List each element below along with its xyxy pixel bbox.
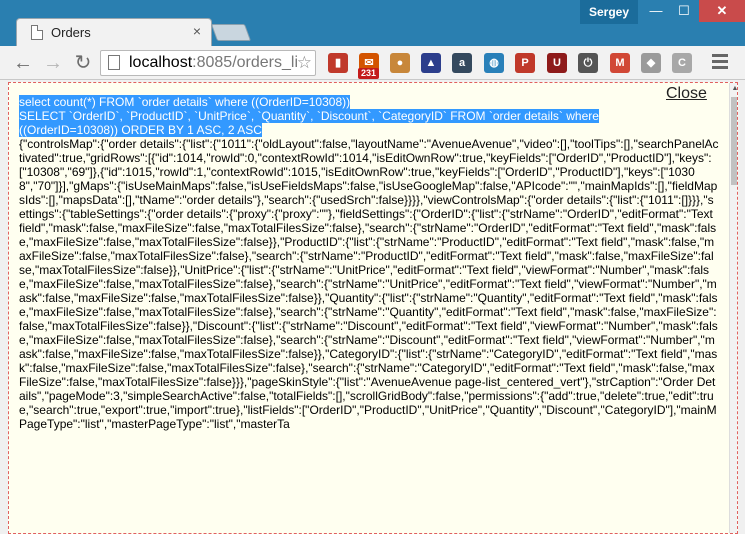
reload-icon[interactable]: ↻	[70, 50, 96, 76]
debug-dialog: Close select count(*) FROM `order detail…	[8, 82, 738, 534]
close-link[interactable]: Close	[666, 85, 707, 103]
page-content: Close select count(*) FROM `order detail…	[0, 80, 745, 534]
minimize-icon[interactable]: —	[642, 0, 670, 22]
close-window-icon[interactable]: ✕	[699, 0, 745, 22]
json-output: {"controlsMap":{"order details":{"list":…	[19, 137, 719, 431]
shield-ext-icon[interactable]: ◆	[641, 53, 661, 73]
cookie-ext-icon[interactable]: ●	[390, 53, 410, 73]
url-host: localhost	[129, 54, 193, 71]
title-bar: Orders × Sergey — ☐ ✕	[0, 0, 745, 46]
sql-output: select count(*) FROM `order details` whe…	[19, 95, 659, 137]
profile-user-button[interactable]: Sergey	[580, 0, 638, 24]
url-path: :8085/orders_li	[192, 54, 298, 71]
globe-ext-icon[interactable]: ◍	[484, 53, 504, 73]
pinterest-ext-icon[interactable]: P	[515, 53, 535, 73]
forward-arrow-icon[interactable]: →	[40, 50, 66, 76]
sql-line-count: select count(*) FROM `order details` whe…	[19, 95, 351, 109]
browser-toolbar: ← → ↻ localhost:8085/orders_li ☆ ▮ ✉ ● ▲ a ◍ P…	[0, 46, 745, 80]
css-ext-icon[interactable]: C	[672, 53, 692, 73]
tab-title: Orders	[51, 25, 91, 40]
amazon-ext-icon[interactable]: a	[452, 53, 472, 73]
url-text[interactable]: localhost:8085/orders_li	[129, 54, 299, 72]
bookmark-star-icon[interactable]: ☆	[297, 53, 312, 73]
plug-ext-icon[interactable]: ⏻	[578, 53, 598, 73]
extension-badge: 231	[358, 68, 380, 79]
scrollbar[interactable]: ▲	[729, 83, 737, 533]
bookmark-ext-icon[interactable]: ▮	[328, 53, 348, 73]
sql-line-select: SELECT `OrderID`, `ProductID`, `UnitPric…	[19, 109, 599, 137]
tab-close-icon[interactable]: ×	[193, 23, 201, 39]
ublock-ext-icon[interactable]: U	[547, 53, 567, 73]
tab-orders[interactable]: Orders ×	[16, 18, 212, 46]
address-bar[interactable]: localhost:8085/orders_li ☆	[100, 50, 316, 76]
scroll-up-icon[interactable]: ▲	[730, 85, 737, 92]
page-icon	[108, 55, 120, 70]
scroll-thumb[interactable]	[731, 97, 737, 185]
maximize-icon[interactable]: ☐	[670, 0, 698, 22]
new-tab-button[interactable]	[210, 24, 252, 41]
chrome-menu-icon[interactable]	[712, 54, 728, 72]
gmail-ext-icon[interactable]: M	[610, 53, 630, 73]
page-icon	[31, 25, 43, 40]
chart-ext-icon[interactable]: ▲	[421, 53, 441, 73]
back-arrow-icon[interactable]: ←	[10, 50, 36, 76]
